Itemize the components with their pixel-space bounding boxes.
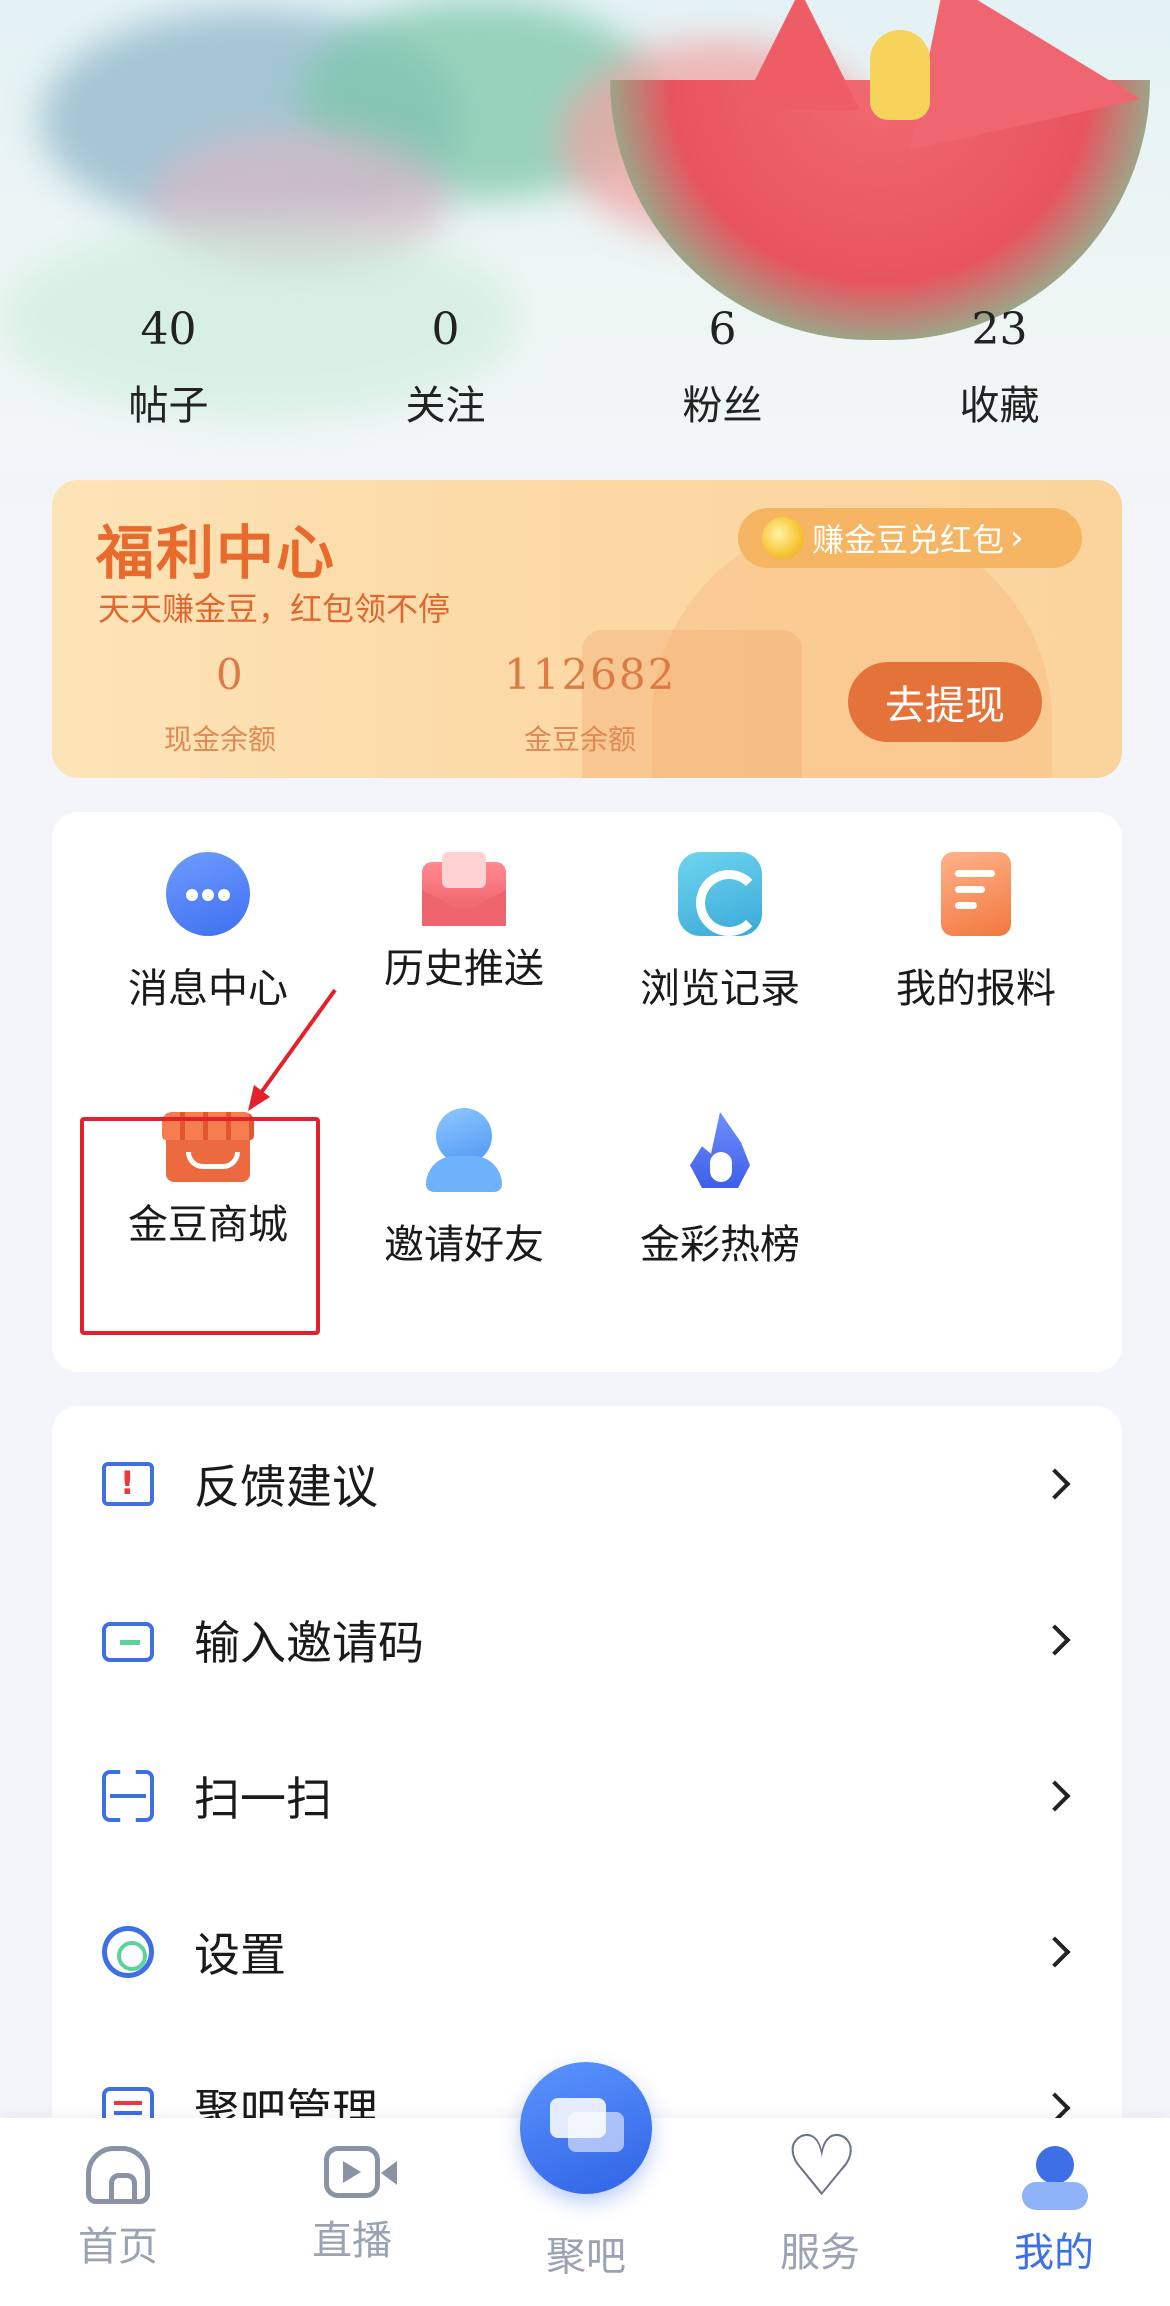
profile-stats: 40 帖子 0 关注 6 粉丝 23 收藏 bbox=[0, 300, 1170, 434]
shortcut-label: 我的报料 bbox=[896, 966, 1056, 1012]
tab-service[interactable]: 服务 bbox=[740, 2124, 900, 2296]
girl-illustration bbox=[870, 30, 930, 120]
shortcut-history-push[interactable]: 历史推送 bbox=[336, 812, 592, 1012]
stat-value: 6 bbox=[708, 304, 737, 355]
menu-item-label: 输入邀请码 bbox=[194, 1616, 424, 1670]
gold-bean-icon bbox=[762, 517, 804, 559]
cash-balance-label: 现金余额 bbox=[164, 723, 277, 756]
tab-live[interactable]: 直播 bbox=[272, 2146, 432, 2296]
withdraw-button[interactable]: 去提现 bbox=[848, 662, 1042, 742]
tab-label: 首页 bbox=[78, 2224, 158, 2270]
feedback-icon bbox=[102, 1462, 154, 1506]
stat-value: 40 bbox=[140, 304, 197, 355]
chevron-right-icon bbox=[1039, 1780, 1071, 1812]
stat-following[interactable]: 0 关注 bbox=[307, 300, 584, 434]
tab-label: 服务 bbox=[780, 2230, 860, 2276]
tab-mine[interactable]: 我的 bbox=[974, 2146, 1134, 2296]
bean-balance-label: 金豆余额 bbox=[524, 723, 637, 756]
stat-value: 0 bbox=[431, 304, 460, 355]
my-report-icon bbox=[941, 852, 1011, 936]
stat-label: 关注 bbox=[405, 383, 486, 429]
shortcut-label: 金彩热榜 bbox=[640, 1222, 800, 1268]
menu-item-label: 扫一扫 bbox=[194, 1772, 332, 1826]
shortcut-my-report[interactable]: 我的报料 bbox=[848, 812, 1104, 1012]
menu-item-invite-code[interactable]: 输入邀请码 bbox=[52, 1562, 1122, 1718]
bean-balance-value: 112682 bbox=[504, 650, 677, 699]
stat-label: 收藏 bbox=[959, 383, 1040, 429]
menu-item-label: 设置 bbox=[194, 1928, 286, 1982]
scan-icon bbox=[102, 1770, 154, 1822]
stat-label: 帖子 bbox=[128, 383, 209, 429]
welfare-title: 福利中心 bbox=[96, 519, 337, 587]
shortcut-label: 历史推送 bbox=[384, 946, 544, 992]
history-push-icon bbox=[422, 852, 506, 926]
settings-menu: 反馈建议 输入邀请码 扫一扫 设置 聚吧管理 bbox=[52, 1406, 1122, 2126]
stat-favorites[interactable]: 23 收藏 bbox=[861, 300, 1138, 434]
shortcut-label: 邀请好友 bbox=[384, 1222, 544, 1268]
tab-juba-button[interactable] bbox=[520, 2062, 652, 2194]
chevron-right-icon bbox=[1039, 1936, 1071, 1968]
stat-fans[interactable]: 6 粉丝 bbox=[584, 300, 861, 434]
shortcut-hot-list[interactable]: 金彩热榜 bbox=[592, 1068, 848, 1268]
profile-header-banner: 40 帖子 0 关注 6 粉丝 23 收藏 bbox=[0, 0, 1170, 560]
menu-item-feedback[interactable]: 反馈建议 bbox=[52, 1406, 1122, 1562]
message-center-icon bbox=[166, 852, 250, 936]
menu-item-label: 反馈建议 bbox=[194, 1460, 378, 1514]
juba-icon bbox=[550, 2098, 624, 2152]
shortcut-invite-friends[interactable]: 邀请好友 bbox=[336, 1068, 592, 1268]
invite-friends-icon bbox=[422, 1108, 506, 1192]
menu-item-scan[interactable]: 扫一扫 bbox=[52, 1718, 1122, 1874]
stat-posts[interactable]: 40 帖子 bbox=[30, 300, 307, 434]
live-icon bbox=[324, 2146, 397, 2198]
profile-icon bbox=[1022, 2146, 1088, 2210]
tab-label: 聚吧 bbox=[546, 2234, 626, 2280]
annotation-highlight-box bbox=[80, 1117, 320, 1335]
earn-beans-button[interactable]: 赚金豆兑红包 › bbox=[738, 508, 1082, 568]
home-icon bbox=[86, 2146, 150, 2204]
tab-label: 我的 bbox=[1014, 2230, 1094, 2276]
welfare-subtitle: 天天赚金豆，红包领不停 bbox=[98, 590, 451, 628]
invite-code-icon bbox=[102, 1622, 154, 1662]
annotation-arrow-icon bbox=[248, 988, 337, 1111]
tab-label: 直播 bbox=[312, 2218, 392, 2264]
stat-value: 23 bbox=[971, 304, 1028, 355]
shortcut-browse-history[interactable]: 浏览记录 bbox=[592, 812, 848, 1012]
earn-beans-label: 赚金豆兑红包 bbox=[812, 521, 1005, 559]
cash-balance-value: 0 bbox=[216, 650, 243, 699]
chevron-right-icon: › bbox=[1010, 518, 1024, 558]
tab-home[interactable]: 首页 bbox=[38, 2146, 198, 2296]
shortcut-label: 浏览记录 bbox=[640, 966, 800, 1012]
chevron-right-icon bbox=[1039, 1468, 1071, 1500]
settings-icon bbox=[102, 1926, 154, 1978]
menu-item-settings[interactable]: 设置 bbox=[52, 1874, 1122, 2030]
stat-label: 粉丝 bbox=[682, 383, 763, 429]
chevron-right-icon bbox=[1039, 1624, 1071, 1656]
heart-icon bbox=[784, 2124, 859, 2210]
hot-list-icon bbox=[678, 1108, 762, 1192]
shortcut-message-center[interactable]: 消息中心 bbox=[80, 812, 336, 1012]
browse-history-icon bbox=[678, 852, 762, 936]
welfare-center-card[interactable]: 福利中心 天天赚金豆，红包领不停 赚金豆兑红包 › 0 现金余额 112682 … bbox=[52, 480, 1122, 778]
